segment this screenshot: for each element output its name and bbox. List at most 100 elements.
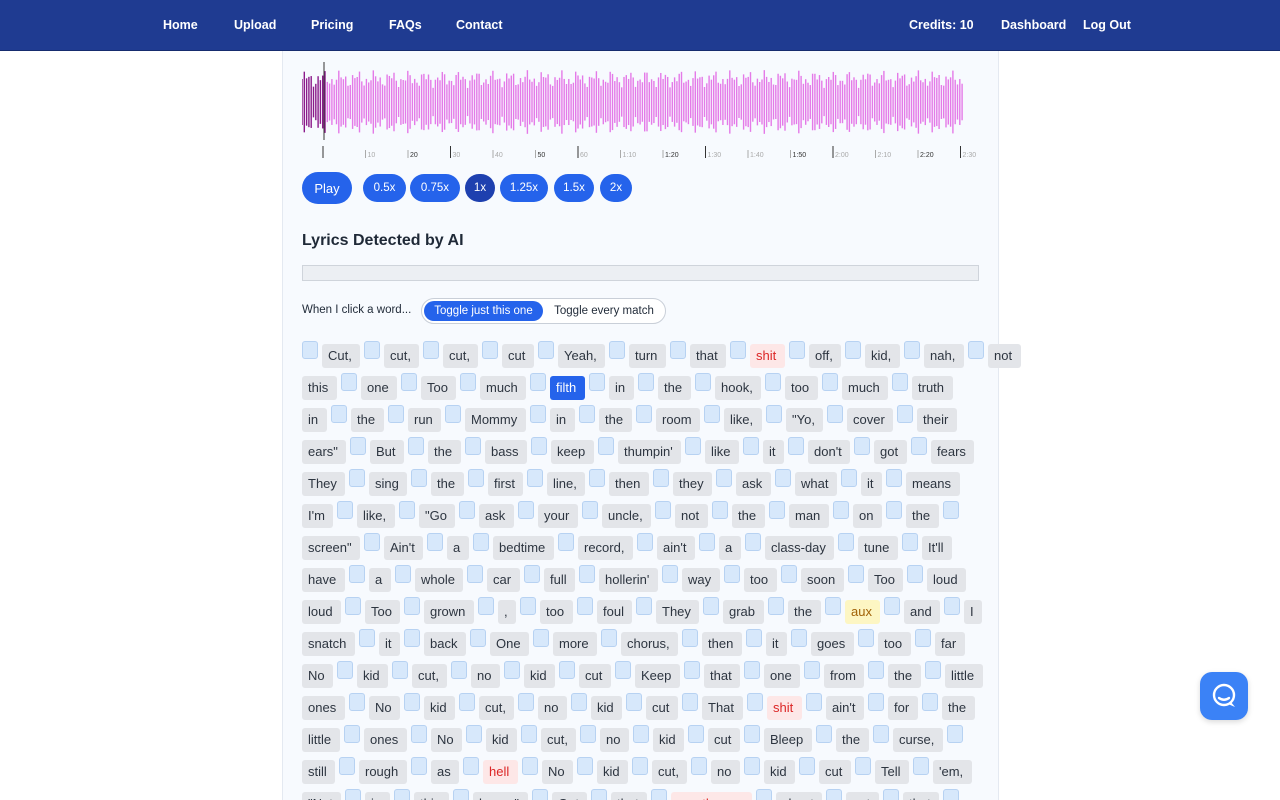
word-gap-toggle[interactable] [337,501,353,519]
lyric-word[interactable]: snatch [302,632,355,656]
lyric-word[interactable]: the [351,408,384,432]
word-gap-toggle[interactable] [662,565,678,583]
lyric-word[interactable]: in [302,408,327,432]
word-gap-toggle[interactable] [470,629,486,647]
word-gap-toggle[interactable] [766,405,782,423]
word-gap-toggle[interactable] [344,725,360,743]
play-button[interactable]: Play [302,172,352,204]
word-gap-toggle[interactable] [915,629,931,647]
word-gap-toggle[interactable] [558,533,574,551]
lyric-word[interactable]: It'll [922,536,952,560]
word-gap-toggle[interactable] [359,629,375,647]
lyric-word[interactable]: too [540,600,573,624]
word-gap-toggle[interactable] [695,373,711,391]
lyric-word[interactable]: aux [845,600,880,624]
lyric-word[interactable]: I'm [302,504,333,528]
lyric-word[interactable]: that [690,344,726,368]
word-gap-toggle[interactable] [804,661,820,679]
lyric-word[interactable]: goes [811,632,854,656]
lyric-word[interactable]: kid [486,728,517,752]
lyric-word[interactable]: fears [931,440,974,464]
lyric-word[interactable]: your [538,504,578,528]
lyric-word[interactable]: mouthy ass [671,792,752,800]
lyric-word[interactable]: shit [750,344,785,368]
speed-button-0-5x[interactable]: 0.5x [363,174,406,202]
lyric-word[interactable]: a [719,536,741,560]
lyric-word[interactable]: no [538,696,567,720]
lyric-word[interactable]: hell [483,760,518,784]
lyric-word[interactable]: like, [724,408,762,432]
lyric-word[interactable]: the [788,600,821,624]
lyric-word[interactable]: screen" [302,536,360,560]
word-gap-toggle[interactable] [302,341,318,359]
word-gap-toggle[interactable] [886,501,902,519]
lyric-word[interactable]: chant [776,792,822,800]
lyric-word[interactable]: loud [302,600,341,624]
word-gap-toggle[interactable] [685,437,701,455]
toggle-just-this-one[interactable]: Toggle just this one [424,301,543,321]
word-gap-toggle[interactable] [401,373,417,391]
lyric-word[interactable]: 'em, [933,760,972,784]
word-gap-toggle[interactable] [559,661,575,679]
lyric-word[interactable]: They [302,472,345,496]
lyric-word[interactable]: back [424,632,466,656]
word-gap-toggle[interactable] [699,533,715,551]
lyric-word[interactable]: ears" [302,440,346,464]
word-gap-toggle[interactable] [392,661,408,679]
word-gap-toggle[interactable] [451,661,467,679]
word-gap-toggle[interactable] [468,469,484,487]
lyric-word[interactable]: that [704,664,740,688]
lyric-word[interactable]: too [744,568,777,592]
lyric-word[interactable]: grab [723,600,764,624]
lyric-word[interactable]: cut, [412,664,447,688]
lyric-word[interactable]: "Go [419,504,455,528]
word-gap-toggle[interactable] [364,533,380,551]
word-gap-toggle[interactable] [688,725,704,743]
lyric-word[interactable]: the [658,376,691,400]
lyric-word[interactable]: too [878,632,911,656]
lyric-word[interactable]: no [471,664,500,688]
lyric-word[interactable]: loud [927,568,966,592]
word-gap-toggle[interactable] [579,565,595,583]
lyric-word[interactable]: a [447,536,469,560]
nav-faqs-link[interactable]: FAQs [389,18,422,32]
word-gap-toggle[interactable] [968,341,984,359]
word-gap-toggle[interactable] [854,437,870,455]
lyric-word[interactable]: bass [485,440,527,464]
word-gap-toggle[interactable] [411,469,427,487]
word-gap-toggle[interactable] [478,597,494,615]
word-gap-toggle[interactable] [868,661,884,679]
lyric-word[interactable]: it [861,472,882,496]
word-gap-toggle[interactable] [636,597,652,615]
word-gap-toggle[interactable] [822,373,838,391]
lyric-word[interactable]: nah, [924,344,964,368]
word-gap-toggle[interactable] [637,533,653,551]
word-gap-toggle[interactable] [712,501,728,519]
word-gap-toggle[interactable] [463,757,479,775]
word-gap-toggle[interactable] [404,629,420,647]
lyric-word[interactable]: off, [809,344,841,368]
word-gap-toggle[interactable] [337,661,353,679]
word-gap-toggle[interactable] [633,725,649,743]
word-gap-toggle[interactable] [609,341,625,359]
word-gap-toggle[interactable] [577,597,593,615]
lyric-word[interactable]: it [763,440,784,464]
speed-button-2x[interactable]: 2x [600,174,632,202]
lyric-word[interactable]: man [789,504,829,528]
lyric-word[interactable]: house" [473,792,528,800]
word-gap-toggle[interactable] [339,757,355,775]
lyric-word[interactable]: That [702,696,743,720]
word-gap-toggle[interactable] [349,469,365,487]
lyric-word[interactable]: no [711,760,740,784]
word-gap-toggle[interactable] [913,757,929,775]
word-gap-toggle[interactable] [775,469,791,487]
toggle-every-match[interactable]: Toggle every match [545,301,663,321]
word-gap-toggle[interactable] [411,725,427,743]
word-gap-toggle[interactable] [788,437,804,455]
word-gap-toggle[interactable] [364,341,380,359]
lyric-word[interactable]: No [302,664,333,688]
lyric-word[interactable]: "Yo, [786,408,823,432]
lyric-word[interactable]: then [609,472,649,496]
lyric-word[interactable]: too [785,376,818,400]
word-gap-toggle[interactable] [404,597,420,615]
